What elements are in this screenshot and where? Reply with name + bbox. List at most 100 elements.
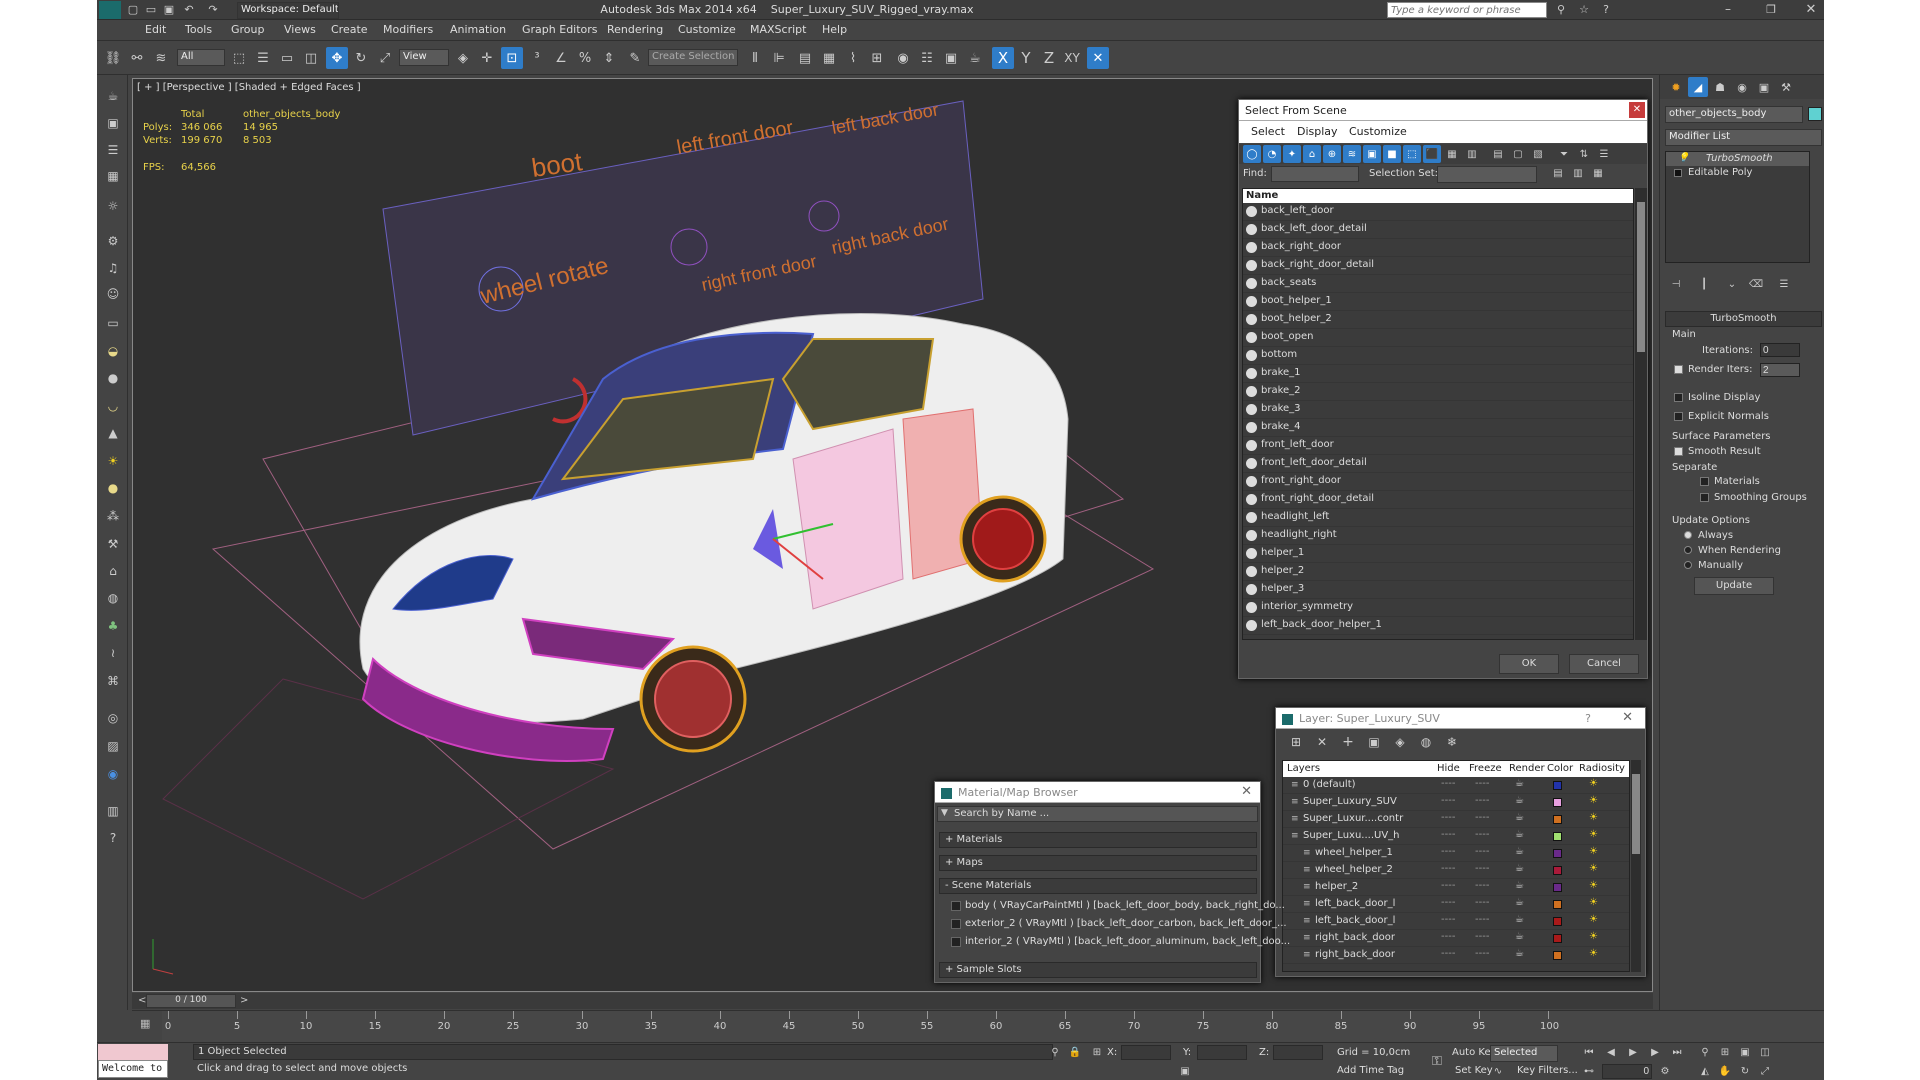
select-rotate-icon[interactable]: ↻ bbox=[350, 47, 372, 69]
perspective-viewport[interactable]: [ + ] [Perspective ] [Shaded + Edged Fac… bbox=[132, 78, 1653, 992]
layer-row[interactable]: ≡ Super_Luxur....contr ---- ---- ☕ ☀ bbox=[1283, 811, 1629, 828]
binoculars-icon[interactable]: ⚲ bbox=[1552, 0, 1570, 19]
render-iters-checkbox[interactable] bbox=[1674, 365, 1683, 374]
smoothing-groups-checkbox[interactable] bbox=[1700, 493, 1709, 502]
render-teapot-icon[interactable]: ☕ bbox=[1515, 812, 1524, 823]
scene-object-row[interactable]: back_seats bbox=[1243, 275, 1633, 293]
material-row[interactable]: body ( VRayCarPaintMtl ) [back_left_door… bbox=[949, 898, 1285, 916]
slider-right-icon[interactable]: > bbox=[240, 995, 248, 1006]
next-frame-icon[interactable]: ▶ bbox=[1647, 1044, 1663, 1060]
material-search-box[interactable]: ▼ Search by Name ... bbox=[937, 806, 1258, 822]
menu-customize[interactable]: Customize bbox=[1349, 125, 1407, 138]
angle-snap-icon[interactable]: ∠ bbox=[550, 47, 572, 69]
utilities-tab-icon[interactable]: ⚒ bbox=[1776, 77, 1796, 97]
motion-tab-icon[interactable]: ◉ bbox=[1732, 77, 1752, 97]
info-icon[interactable]: ? bbox=[102, 827, 124, 849]
sphere-icon[interactable]: ● bbox=[102, 367, 124, 389]
iterations-spinner[interactable] bbox=[1760, 343, 1800, 357]
update-button[interactable]: Update bbox=[1694, 577, 1774, 595]
close-icon[interactable]: ✕ bbox=[1629, 102, 1645, 118]
selection-set-dropdown[interactable] bbox=[1437, 166, 1537, 183]
select-all-icon[interactable]: ▤ bbox=[1489, 145, 1507, 163]
freeze-toggle[interactable]: ---- bbox=[1475, 829, 1489, 840]
freeze-toggle[interactable]: ---- bbox=[1475, 880, 1489, 891]
fov-icon[interactable]: ◭ bbox=[1697, 1063, 1713, 1079]
freeze-toggle[interactable]: ---- bbox=[1475, 812, 1489, 823]
remove-modifier-icon[interactable]: ⌫ bbox=[1747, 275, 1765, 293]
freeze-all-icon[interactable]: ❄ bbox=[1442, 732, 1462, 752]
box-icon[interactable]: ▭ bbox=[102, 312, 124, 334]
radiosity-icon[interactable]: ☀ bbox=[1589, 914, 1598, 925]
menu-display[interactable]: Display bbox=[1297, 125, 1338, 138]
play-icon[interactable]: ▶ bbox=[1625, 1044, 1641, 1060]
hair-icon[interactable]: ≀ bbox=[102, 642, 124, 664]
grid-icon[interactable]: ▦ bbox=[102, 165, 124, 187]
teapot-icon[interactable]: ☕ bbox=[102, 85, 124, 107]
layer-row[interactable]: ≡ Super_Luxury_SUV ---- ---- ☕ ☀ bbox=[1283, 794, 1629, 811]
freeze-toggle[interactable]: ---- bbox=[1475, 863, 1489, 874]
pivot-center-icon[interactable]: ◈ bbox=[452, 47, 474, 69]
menu-create[interactable]: Create bbox=[331, 23, 368, 36]
scene-object-row[interactable]: helper_2 bbox=[1243, 563, 1633, 581]
filter-bones-icon[interactable]: ⬚ bbox=[1403, 145, 1421, 163]
list-icon[interactable]: ☰ bbox=[102, 139, 124, 161]
layer-color-swatch[interactable] bbox=[1553, 900, 1562, 909]
isolate-icon[interactable]: ⚲ bbox=[1047, 1044, 1063, 1060]
list-scrollbar[interactable] bbox=[1635, 188, 1647, 640]
menu-animation[interactable]: Animation bbox=[450, 23, 506, 36]
menu-edit[interactable]: Edit bbox=[145, 23, 166, 36]
cancel-button[interactable]: Cancel bbox=[1569, 654, 1639, 674]
time-tag-icon[interactable]: ▣ bbox=[1177, 1063, 1193, 1079]
scene-object-row[interactable]: brake_4 bbox=[1243, 419, 1633, 437]
scene-object-row[interactable]: boot_open bbox=[1243, 329, 1633, 347]
col-color[interactable]: Color bbox=[1547, 763, 1573, 774]
track-bar[interactable]: ▦ 0 5 10 15 20 25 30 35 40 45 50 55 60 65 70 75 80 85 90 95… bbox=[132, 1010, 1824, 1043]
key-filters-button[interactable]: Key Filters... bbox=[1517, 1065, 1578, 1076]
freeze-toggle[interactable]: ---- bbox=[1475, 778, 1489, 789]
link-icon[interactable]: ⛓ bbox=[102, 47, 124, 69]
new-file-icon[interactable]: ▢ bbox=[125, 0, 141, 19]
lightbulb-icon[interactable]: 💡 bbox=[1678, 153, 1689, 163]
ball-icon[interactable]: ● bbox=[102, 477, 124, 499]
layer-row[interactable]: ≡ left_back_door_l ---- ---- ☕ ☀ bbox=[1283, 913, 1629, 930]
hide-toggle[interactable]: ---- bbox=[1441, 914, 1455, 925]
cone-icon[interactable]: ▲ bbox=[102, 422, 124, 444]
scene-object-row[interactable]: back_left_door bbox=[1243, 203, 1633, 221]
bind-spacewarp-icon[interactable]: ≋ bbox=[150, 47, 172, 69]
select-scale-icon[interactable]: ⤢ bbox=[374, 47, 396, 69]
ribbon-icon[interactable]: ▦ bbox=[818, 47, 840, 69]
render-teapot-icon[interactable]: ☕ bbox=[1515, 931, 1524, 942]
select-none-icon[interactable]: ▢ bbox=[1509, 145, 1527, 163]
minimize-icon[interactable]: – bbox=[1717, 0, 1739, 19]
curve-editor-icon[interactable]: ⌇ bbox=[842, 47, 864, 69]
scene-object-row[interactable]: brake_2 bbox=[1243, 383, 1633, 401]
radiosity-icon[interactable]: ☀ bbox=[1589, 795, 1598, 806]
section-maps[interactable]: + Maps bbox=[939, 855, 1257, 871]
layer-icon[interactable]: ▥ bbox=[102, 800, 124, 822]
section-scene-materials[interactable]: - Scene Materials bbox=[939, 878, 1257, 894]
isoline-checkbox[interactable] bbox=[1674, 393, 1683, 402]
filter-hidden-icon[interactable]: ▥ bbox=[1463, 145, 1481, 163]
scene-object-row[interactable]: helper_1 bbox=[1243, 545, 1633, 563]
render-iters-spinner[interactable] bbox=[1760, 363, 1800, 377]
select-by-name-icon[interactable]: ☰ bbox=[252, 47, 274, 69]
hide-all-icon[interactable]: ◍ bbox=[1416, 732, 1436, 752]
curve-editor-toggle-icon[interactable]: ▦ bbox=[140, 1017, 150, 1030]
ok-button[interactable]: OK bbox=[1499, 654, 1559, 674]
light-icon[interactable]: ☼ bbox=[102, 195, 124, 217]
hide-toggle[interactable]: ---- bbox=[1441, 795, 1455, 806]
delete-layer-icon[interactable]: ✕ bbox=[1312, 732, 1332, 752]
coord-y-input[interactable] bbox=[1197, 1045, 1247, 1060]
cloth-icon[interactable]: ⌘ bbox=[102, 670, 124, 692]
percent-snap-icon[interactable]: % bbox=[574, 47, 596, 69]
material-row[interactable]: interior_2 ( VRayMtl ) [back_left_door_a… bbox=[949, 934, 1290, 952]
particles-icon[interactable]: ⁂ bbox=[102, 505, 124, 527]
undo-icon[interactable]: ↶ bbox=[181, 0, 197, 19]
scene-object-row[interactable]: headlight_right bbox=[1243, 527, 1633, 545]
add-to-layer-icon[interactable]: + bbox=[1338, 732, 1358, 752]
expand-icon[interactable] bbox=[1674, 169, 1682, 177]
render-teapot-icon[interactable]: ☕ bbox=[1515, 880, 1524, 891]
radiosity-icon[interactable]: ☀ bbox=[1589, 948, 1598, 959]
plant-icon[interactable]: ♣ bbox=[102, 615, 124, 637]
radiosity-icon[interactable]: ☀ bbox=[1589, 778, 1598, 789]
